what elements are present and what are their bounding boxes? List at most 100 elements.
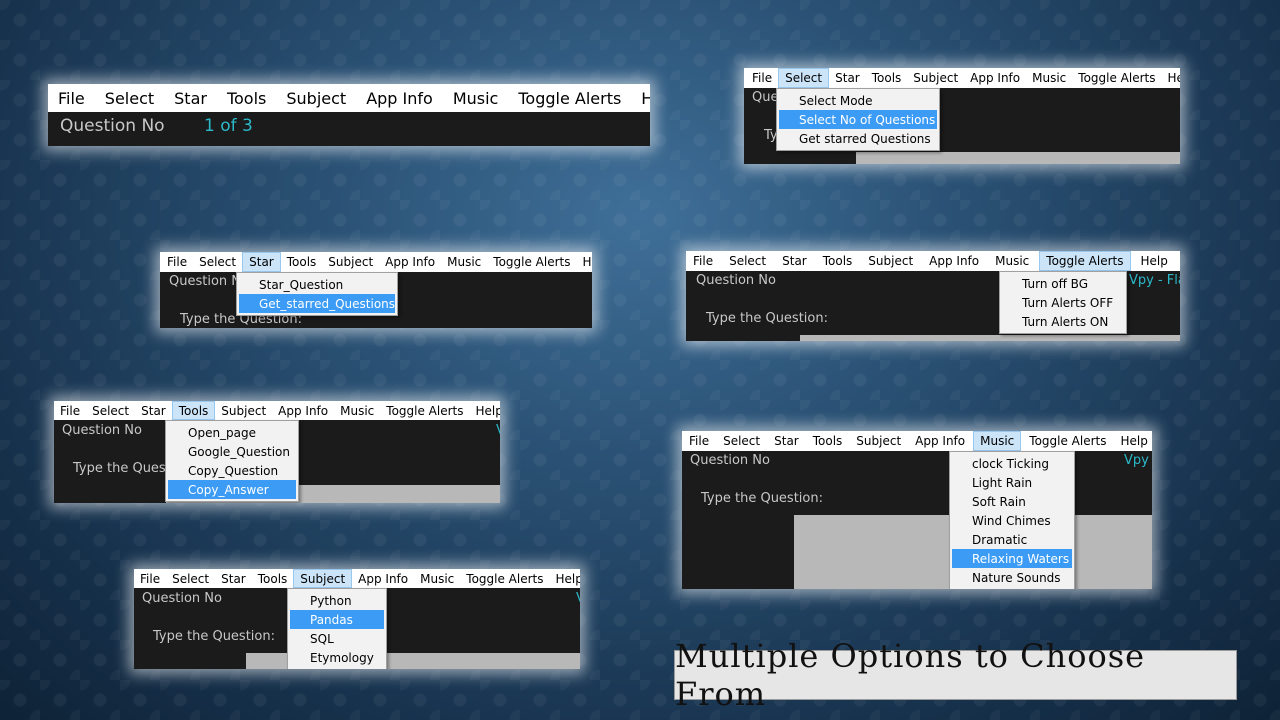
question-input-area[interactable] bbox=[800, 335, 1180, 341]
menu-tools[interactable]: Tools bbox=[281, 252, 323, 272]
menu-help[interactable]: Help bbox=[1135, 251, 1174, 271]
menu-bar: File Select Star Tools Subject App Info … bbox=[160, 252, 592, 272]
menu-star[interactable]: Star bbox=[242, 252, 281, 272]
menu-app-info[interactable]: App Info bbox=[352, 569, 414, 588]
menu-star[interactable]: Star bbox=[215, 569, 252, 588]
question-input-area[interactable] bbox=[856, 152, 1180, 164]
menu-bar: File Select Star Tools Subject App Info … bbox=[686, 251, 1180, 271]
menu-file[interactable]: File bbox=[134, 569, 166, 588]
menu-item-google-question[interactable]: Google_Question bbox=[166, 442, 298, 461]
menu-item-wind-chimes[interactable]: Wind Chimes bbox=[950, 511, 1074, 530]
menu-toggle-alerts[interactable]: Toggle Alerts bbox=[460, 569, 549, 588]
menu-select[interactable]: Select bbox=[723, 251, 772, 271]
menu-item-clock-ticking[interactable]: clock Ticking bbox=[950, 454, 1074, 473]
menu-item-open-page[interactable]: Open_page bbox=[166, 423, 298, 442]
menu-select[interactable]: Select bbox=[166, 569, 215, 588]
menu-subject[interactable]: Subject bbox=[907, 68, 964, 88]
menu-item-copy-question[interactable]: Copy_Question bbox=[166, 461, 298, 480]
menu-select[interactable]: Select bbox=[193, 252, 242, 272]
menu-toggle-alerts[interactable]: Toggle Alerts bbox=[380, 401, 469, 420]
menu-star[interactable]: Star bbox=[829, 68, 866, 88]
menu-music[interactable]: Music bbox=[334, 401, 380, 420]
menu-star[interactable]: Star bbox=[168, 84, 213, 112]
menu-select[interactable]: Select bbox=[717, 431, 766, 451]
menu-item-star-question[interactable]: Star_Question bbox=[237, 275, 397, 294]
menu-file[interactable]: File bbox=[746, 68, 778, 88]
menu-help[interactable]: Help bbox=[577, 252, 593, 272]
menu-subject[interactable]: Subject bbox=[293, 569, 353, 588]
menu-app-info[interactable]: App Info bbox=[272, 401, 334, 420]
menu-music[interactable]: Music bbox=[447, 84, 505, 112]
type-question-label: Type the Quest bbox=[73, 461, 171, 476]
menu-toggle-alerts[interactable]: Toggle Alerts bbox=[1039, 251, 1131, 271]
menu-item-light-rain[interactable]: Light Rain bbox=[950, 473, 1074, 492]
menu-subject[interactable]: Subject bbox=[280, 84, 352, 112]
menu-file[interactable]: File bbox=[687, 251, 719, 271]
menu-select[interactable]: Select bbox=[778, 68, 830, 88]
menu-select[interactable]: Select bbox=[99, 84, 160, 112]
menu-star[interactable]: Star bbox=[135, 401, 172, 420]
menu-tools[interactable]: Tools bbox=[171, 401, 216, 420]
menu-star[interactable]: Star bbox=[768, 431, 805, 451]
menu-toggle-alerts[interactable]: Toggle Alerts bbox=[487, 252, 576, 272]
menu-app-info[interactable]: App Info bbox=[909, 431, 971, 451]
menu-help[interactable]: Help bbox=[635, 84, 650, 112]
menu-tools[interactable]: Tools bbox=[817, 251, 859, 271]
menu-item-turn-off-bg[interactable]: Turn off BG bbox=[1000, 274, 1126, 293]
menu-toggle-alerts[interactable]: Toggle Alerts bbox=[1023, 431, 1112, 451]
menu-item-turn-alerts-on[interactable]: Turn Alerts ON bbox=[1000, 312, 1126, 331]
menu-help[interactable]: Help bbox=[550, 569, 581, 588]
menu-app-info[interactable]: App Info bbox=[964, 68, 1026, 88]
type-question-label: Type the Question: bbox=[701, 491, 823, 506]
menu-file[interactable]: File bbox=[52, 84, 91, 112]
menu-subject[interactable]: Subject bbox=[215, 401, 272, 420]
menu-music[interactable]: Music bbox=[441, 252, 487, 272]
menu-item-get-starred-questions[interactable]: Get_starred_Questions bbox=[239, 294, 395, 313]
menu-item-nature-sounds[interactable]: Nature Sounds bbox=[950, 568, 1074, 587]
menu-star[interactable]: Star bbox=[776, 251, 813, 271]
screenshot-star-menu: File Select Star Tools Subject App Info … bbox=[160, 252, 592, 328]
select-dropdown: Select Mode Select No of Questions Get s… bbox=[776, 88, 940, 151]
menu-tools[interactable]: Tools bbox=[221, 84, 272, 112]
toggle-alerts-dropdown: Turn off BG Turn Alerts OFF Turn Alerts … bbox=[999, 271, 1127, 334]
menu-item-copy-answer[interactable]: Copy_Answer bbox=[168, 480, 296, 499]
menu-help[interactable]: Help bbox=[470, 401, 501, 420]
menu-bar: File Select Star Tools Subject App Info … bbox=[48, 84, 650, 112]
menu-toggle-alerts[interactable]: Toggle Alerts bbox=[512, 84, 627, 112]
menu-subject[interactable]: Subject bbox=[862, 251, 919, 271]
menu-select[interactable]: Select bbox=[86, 401, 135, 420]
menu-music[interactable]: Music bbox=[973, 431, 1022, 451]
menu-item-etymology[interactable]: Etymology bbox=[288, 648, 386, 667]
menu-item-pandas[interactable]: Pandas bbox=[290, 610, 384, 629]
menu-item-relaxing-waters[interactable]: Relaxing Waters bbox=[952, 549, 1072, 568]
menu-item-get-starred-questions[interactable]: Get starred Questions bbox=[777, 129, 939, 148]
menu-help[interactable]: Help bbox=[1115, 431, 1153, 451]
menu-app-info[interactable]: App Info bbox=[379, 252, 441, 272]
menu-item-select-no-of-questions[interactable]: Select No of Questions bbox=[779, 110, 937, 129]
menu-item-turn-alerts-off[interactable]: Turn Alerts OFF bbox=[1000, 293, 1126, 312]
menu-toggle-alerts[interactable]: Toggle Alerts bbox=[1072, 68, 1161, 88]
menu-item-sql[interactable]: SQL bbox=[288, 629, 386, 648]
menu-tools[interactable]: Tools bbox=[807, 431, 849, 451]
menu-tools[interactable]: Tools bbox=[866, 68, 908, 88]
menu-tools[interactable]: Tools bbox=[252, 569, 294, 588]
menu-file[interactable]: File bbox=[161, 252, 193, 272]
menu-app-info[interactable]: App Info bbox=[360, 84, 439, 112]
menu-subject[interactable]: Subject bbox=[850, 431, 907, 451]
menu-subject[interactable]: Subject bbox=[322, 252, 379, 272]
menu-bar: File Select Star Tools Subject App Info … bbox=[744, 68, 1180, 88]
menu-music[interactable]: Music bbox=[414, 569, 460, 588]
menu-help[interactable]: Help bbox=[1162, 68, 1181, 88]
menu-item-select-mode[interactable]: Select Mode bbox=[777, 91, 939, 110]
menu-item-soft-rain[interactable]: Soft Rain bbox=[950, 492, 1074, 511]
menu-music[interactable]: Music bbox=[989, 251, 1035, 271]
menu-file[interactable]: File bbox=[54, 401, 86, 420]
menu-music[interactable]: Music bbox=[1026, 68, 1072, 88]
menu-item-dramatic[interactable]: Dramatic bbox=[950, 530, 1074, 549]
subject-dropdown: Python Pandas SQL Etymology bbox=[287, 588, 387, 669]
question-no-label: Question No bbox=[60, 116, 165, 136]
menu-file[interactable]: File bbox=[683, 431, 715, 451]
menu-item-python[interactable]: Python bbox=[288, 591, 386, 610]
menu-app-info[interactable]: App Info bbox=[923, 251, 985, 271]
v-text: V bbox=[496, 423, 500, 438]
